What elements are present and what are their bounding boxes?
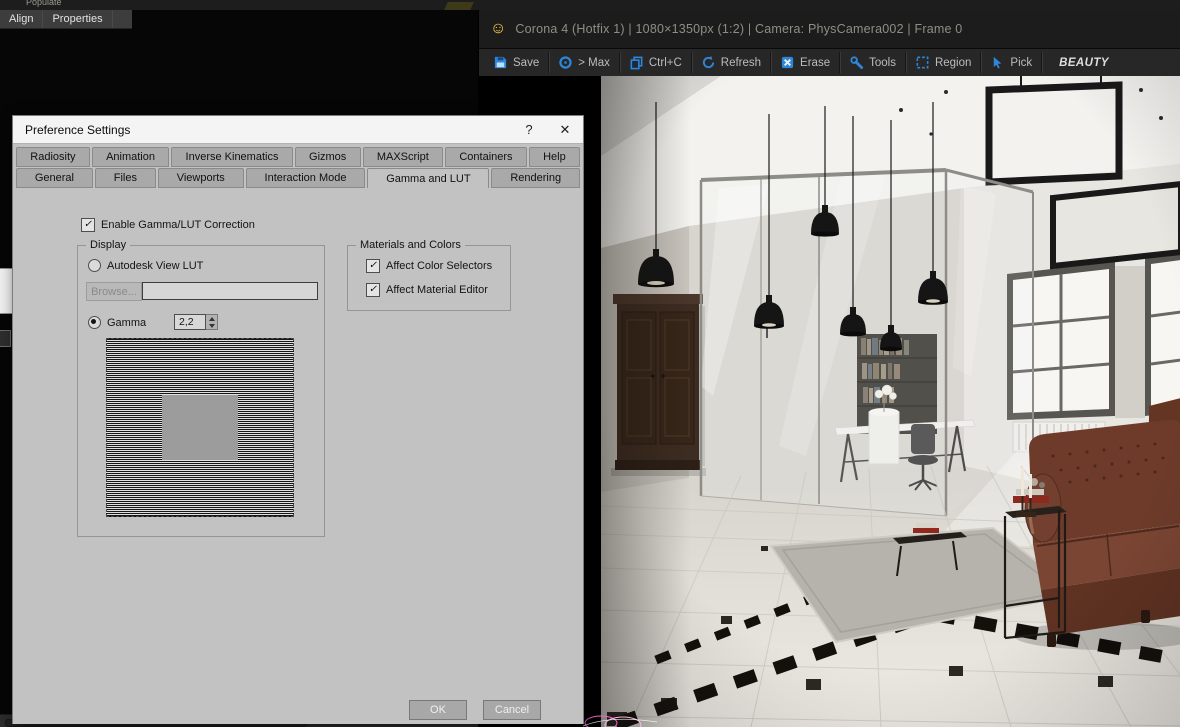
left-icon-fragment: [0, 330, 11, 347]
tab-radiosity[interactable]: Radiosity: [16, 147, 90, 167]
tab-animation[interactable]: Animation: [91, 147, 170, 167]
browse-button[interactable]: Browse...: [86, 282, 142, 301]
tab-row-2: General Files Viewports Interaction Mode…: [16, 168, 580, 189]
corona-icon: [559, 56, 572, 69]
gamma-spinner: 2,2: [174, 314, 218, 330]
autodesk-lut-label: Autodesk View LUT: [107, 259, 204, 272]
enable-gamma-row: ✓ Enable Gamma/LUT Correction: [81, 218, 255, 232]
affect-material-editor-row: ✓ Affect Material Editor: [366, 283, 488, 297]
tab-help[interactable]: Help: [528, 147, 581, 167]
render-scene: [601, 76, 1180, 727]
affect-color-selectors-checkbox[interactable]: ✓: [366, 259, 380, 273]
tab-general[interactable]: General: [16, 168, 93, 188]
corona-title-text: Corona 4 (Hotfix 1) | 1080×1350px (1:2) …: [515, 22, 963, 36]
ok-button[interactable]: OK: [409, 700, 467, 720]
gamma-lut-panel: ✓ Enable Gamma/LUT Correction Display Au…: [13, 188, 583, 724]
to-max-button[interactable]: > Max: [549, 49, 619, 76]
affect-color-selectors-label: Affect Color Selectors: [386, 260, 493, 272]
gamma-reference-square: [162, 395, 238, 460]
cancel-button[interactable]: Cancel: [483, 700, 541, 720]
spinner-up-icon[interactable]: [206, 315, 217, 322]
to-max-label: > Max: [578, 56, 610, 69]
check-icon: ✓: [368, 284, 378, 295]
tab-viewports[interactable]: Viewports: [157, 168, 244, 188]
corona-toolbar: Save > Max Ctrl+C Refresh Erase Tools Re…: [479, 49, 1180, 77]
toolbar-separator: [1041, 52, 1043, 73]
tab-strip: Radiosity Animation Inverse Kinematics G…: [13, 144, 583, 189]
affect-material-editor-label: Affect Material Editor: [386, 284, 488, 296]
display-group-legend: Display: [86, 239, 131, 251]
pick-label: Pick: [1010, 56, 1033, 69]
region-label: Region: [934, 56, 972, 69]
gamma-calibration-pattern: [106, 338, 294, 517]
menu-item-properties[interactable]: Properties: [43, 10, 113, 28]
pick-icon: [994, 56, 1002, 69]
tab-containers[interactable]: Containers: [445, 147, 527, 167]
save-button[interactable]: Save: [484, 49, 548, 76]
copy-label: Ctrl+C: [648, 56, 682, 69]
menu-bar: Align Properties: [0, 10, 132, 29]
check-icon: ✓: [83, 219, 93, 230]
enable-gamma-checkbox[interactable]: ✓: [81, 218, 95, 232]
tab-maxscript[interactable]: MAXScript: [362, 147, 444, 167]
populate-menu-fragment: Populate: [26, 0, 62, 7]
lut-path-field[interactable]: [142, 282, 318, 300]
autodesk-lut-row: Autodesk View LUT: [88, 259, 203, 272]
materials-group-legend: Materials and Colors: [356, 239, 465, 251]
pick-button[interactable]: Pick: [981, 49, 1041, 76]
tab-gamma-and-lut[interactable]: Gamma and LUT: [367, 168, 490, 189]
check-icon: ✓: [368, 260, 378, 271]
tab-row-1: Radiosity Animation Inverse Kinematics G…: [16, 147, 581, 167]
dialog-titlebar[interactable]: Preference Settings ? ✕: [13, 116, 583, 144]
render-pass-selector[interactable]: BEAUTY: [1050, 49, 1118, 76]
viewport-wireframe-fragment: [582, 715, 658, 727]
erase-icon: [781, 56, 794, 69]
affect-material-editor-checkbox[interactable]: ✓: [366, 283, 380, 297]
erase-label: Erase: [800, 56, 831, 69]
close-icon[interactable]: ✕: [547, 116, 583, 143]
gamma-label: Gamma: [107, 316, 147, 329]
tab-rendering[interactable]: Rendering: [491, 168, 580, 188]
gamma-value[interactable]: 2,2: [174, 314, 206, 330]
region-icon: [916, 56, 929, 69]
tools-button[interactable]: Tools: [840, 49, 905, 76]
menu-item-align[interactable]: Align: [0, 10, 44, 28]
tools-label: Tools: [869, 56, 896, 69]
copy-button[interactable]: Ctrl+C: [620, 49, 691, 76]
gamma-row: Gamma: [88, 316, 146, 329]
corona-titlebar[interactable]: ☺ Corona 4 (Hotfix 1) | 1080×1350px (1:2…: [479, 10, 1180, 49]
refresh-label: Refresh: [720, 56, 762, 69]
refresh-button[interactable]: Refresh: [692, 49, 770, 76]
autodesk-lut-radio[interactable]: [88, 259, 101, 272]
enable-gamma-label: Enable Gamma/LUT Correction: [101, 219, 255, 231]
screen: Populate Align Properties ☺ Corona 4 (Ho…: [0, 0, 1180, 727]
corona-smiley-icon: ☺: [490, 20, 507, 37]
display-group: Display Autodesk View LUT Browse... Gamm…: [77, 239, 325, 537]
tab-inverse-kinematics[interactable]: Inverse Kinematics: [171, 147, 293, 167]
gamma-spinner-arrows[interactable]: [206, 314, 218, 330]
copy-icon: [630, 56, 643, 70]
preference-settings-dialog: Preference Settings ? ✕ Radiosity Animat…: [12, 115, 584, 724]
tools-icon: [850, 56, 864, 70]
spinner-down-icon[interactable]: [206, 322, 217, 329]
tab-files[interactable]: Files: [94, 168, 156, 188]
materials-group: Materials and Colors ✓ Affect Color Sele…: [347, 239, 511, 311]
help-button[interactable]: ?: [511, 116, 547, 143]
gamma-radio[interactable]: [88, 316, 101, 329]
refresh-icon: [702, 55, 714, 69]
corona-render-viewport[interactable]: [479, 76, 1180, 727]
tab-gizmos[interactable]: Gizmos: [294, 147, 361, 167]
region-button[interactable]: Region: [906, 49, 980, 76]
save-label: Save: [513, 56, 540, 69]
erase-button[interactable]: Erase: [771, 49, 839, 76]
save-icon: [494, 56, 507, 69]
top-window-strip: Populate: [0, 0, 1180, 10]
tab-interaction-mode[interactable]: Interaction Mode: [245, 168, 366, 188]
viewport-fragment: [444, 2, 474, 10]
affect-color-selectors-row: ✓ Affect Color Selectors: [366, 259, 492, 273]
dialog-title: Preference Settings: [25, 122, 131, 137]
